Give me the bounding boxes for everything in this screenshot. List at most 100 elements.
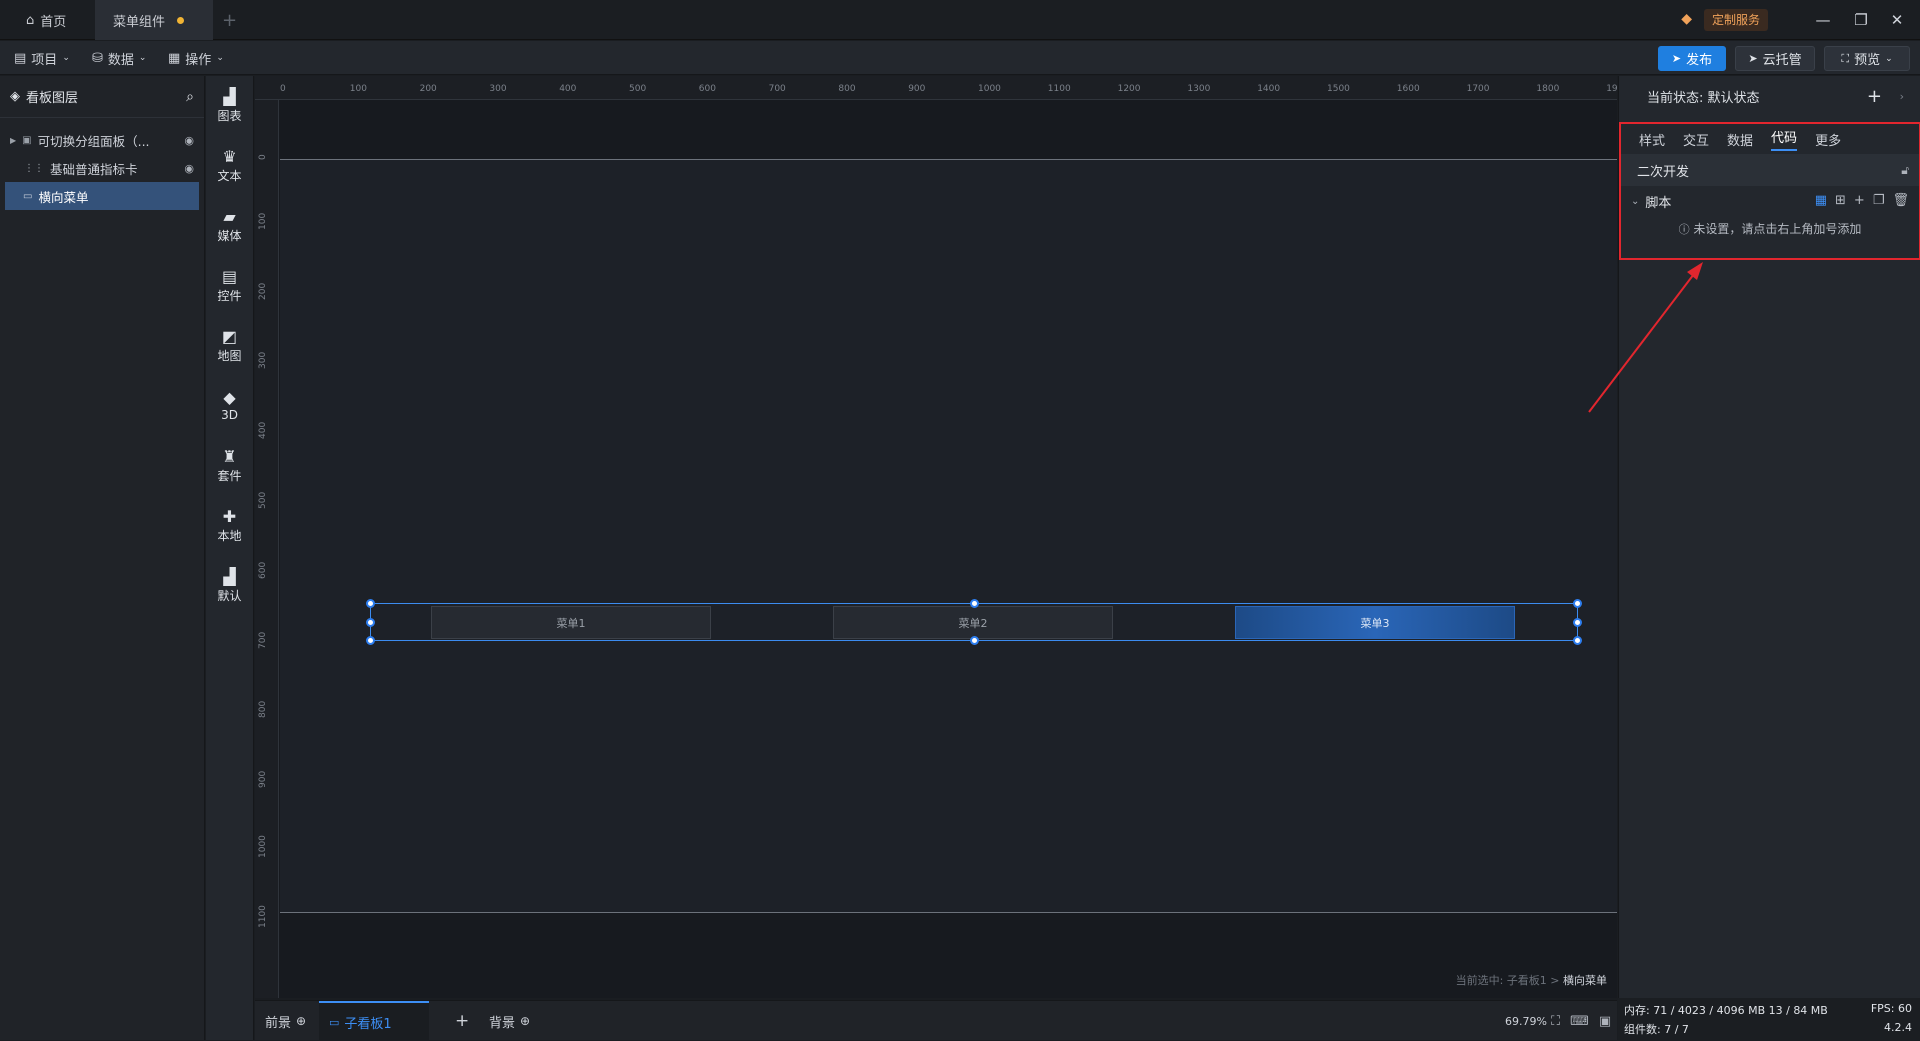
layer-item[interactable]: ⋮⋮ 基础普通指标卡 ◉ (0, 154, 204, 182)
script-row[interactable]: ⌄ 脚本 ▦ ⊞ + ❐ 🗑︎ (1621, 186, 1919, 216)
add-circle-icon[interactable]: ⊕ (520, 1014, 530, 1028)
resize-handle[interactable] (1573, 618, 1582, 627)
ruler-tick-label: 1500 (1327, 84, 1350, 94)
tab-home[interactable]: ⌂ 首页 (8, 0, 84, 40)
ruler-tick-label: 500 (629, 84, 647, 94)
publish-label: 发布 (1686, 53, 1713, 68)
data-menu[interactable]: ⛁ 数据 ⌄ (92, 47, 146, 69)
ruler-tick-label: 200 (419, 84, 437, 94)
component-count: 组件数: 7 / 7 (1624, 1023, 1689, 1036)
rail-label: 本地 (217, 528, 242, 543)
add-icon[interactable]: + (1854, 193, 1865, 208)
menu-item-active[interactable]: 菜单3 (1235, 606, 1515, 639)
rail-item-local[interactable]: ✚ 本地 (206, 496, 253, 556)
rail-item-default[interactable]: ▟ 默认 (206, 556, 253, 616)
horizontal-menu-component[interactable]: 菜单1 菜单2 菜单3 (366, 599, 1582, 645)
layer-item[interactable]: ▶ ▣ 可切换分组面板（... ◉ (0, 126, 204, 154)
properties-panel: 当前状态: 默认状态 + › 样式 交互 数据 代码 更多 二次开发 🔓︎ ⌄ … (1588, 76, 1920, 1040)
resize-handle[interactable] (366, 636, 375, 645)
version-label: 4.2.4 (1884, 1021, 1912, 1034)
rail-item-map[interactable]: ◩ 地图 (206, 316, 253, 376)
chevron-right-icon[interactable]: › (1900, 90, 1904, 103)
layers-header: ◈ 看板图层 ⌕ (0, 76, 204, 118)
ops-menu[interactable]: ▦ 操作 ⌄ (168, 47, 224, 69)
tab-menu-component[interactable]: 菜单组件 (95, 0, 213, 40)
annotation-arrow (1588, 262, 1703, 413)
tab-data[interactable]: 数据 (1727, 130, 1753, 149)
restore-icon[interactable]: ❐ (1846, 8, 1876, 32)
menu-item[interactable]: 菜单2 (833, 606, 1113, 639)
copy-icon[interactable]: ❐ (1873, 193, 1885, 208)
layout-icon[interactable]: ▦ (1815, 193, 1827, 208)
monitor-icon: ▭ (329, 1015, 340, 1029)
caret-right-icon[interactable]: ▶ (10, 136, 16, 145)
trash-icon[interactable]: 🗑︎ (1892, 193, 1909, 208)
tab-style[interactable]: 样式 (1639, 130, 1665, 149)
ruler-tick-label: 0 (280, 84, 286, 94)
add-state-icon[interactable]: + (1867, 86, 1882, 107)
minimize-icon[interactable]: — (1808, 8, 1838, 32)
background-tab[interactable]: 背景 ⊕ (489, 1001, 530, 1041)
chevron-down-icon[interactable]: ⌄ (1631, 196, 1639, 207)
current-state-label[interactable]: 当前状态: 默认状态 (1647, 87, 1760, 106)
terminal-icon[interactable]: ▣ (1599, 1014, 1611, 1029)
add-circle-icon[interactable]: ⊕ (296, 1014, 306, 1028)
tab-more[interactable]: 更多 (1815, 130, 1841, 149)
resize-handle[interactable] (970, 636, 979, 645)
resize-handle[interactable] (366, 618, 375, 627)
ruler-tick-label: 1100 (1047, 84, 1071, 94)
cloud-host-button[interactable]: ➤ 云托管 (1735, 46, 1815, 71)
indicator-card-icon: ⋮⋮ (24, 162, 44, 174)
default-chart-icon: ▟ (223, 566, 236, 586)
keyboard-icon[interactable]: ⌨ (1570, 1014, 1589, 1029)
resize-handle[interactable] (1573, 636, 1582, 645)
rail-item-control[interactable]: ▤ 控件 (206, 256, 253, 316)
layer-label: 可切换分组面板（... (37, 133, 150, 149)
rail-item-3d[interactable]: ◆ 3D (206, 376, 253, 436)
layers-icon: ◈ (10, 89, 20, 104)
new-tab-icon[interactable]: + (222, 10, 237, 31)
board-tab[interactable]: ▭ 子看板1 (319, 1001, 429, 1041)
foreground-label: 前景 (265, 1015, 292, 1031)
visibility-icon[interactable]: ◉ (184, 134, 194, 147)
resize-handle[interactable] (366, 599, 375, 608)
visibility-icon[interactable]: ◉ (184, 162, 194, 175)
layer-item-selected[interactable]: ▭ 横向菜单 (5, 182, 199, 210)
table-icon[interactable]: ⊞ (1835, 193, 1846, 208)
add-board-icon[interactable]: + (455, 1001, 469, 1041)
project-menu[interactable]: ▤ 项目 ⌄ (14, 47, 70, 69)
rail-item-media[interactable]: ▰ 媒体 (206, 196, 253, 256)
resize-handle[interactable] (1573, 599, 1582, 608)
chevron-down-icon: ⌄ (216, 53, 224, 63)
custom-service-button[interactable]: 定制服务 (1703, 9, 1768, 31)
tab-home-label: 首页 (40, 14, 67, 30)
cloud-host-label: 云托管 (1762, 53, 1802, 68)
secondary-dev-section: 二次开发 🔓︎ (1621, 154, 1919, 186)
zoom-level[interactable]: 69.79% (1505, 1001, 1547, 1041)
foreground-tab[interactable]: 前景 ⊕ (265, 1001, 306, 1041)
resize-handle[interactable] (970, 599, 979, 608)
tab-interaction[interactable]: 交互 (1683, 130, 1709, 149)
rail-item-chart[interactable]: ▟ 图表 (206, 76, 253, 136)
lock-icon[interactable]: 🔓︎ (1901, 163, 1909, 178)
rail-item-suite[interactable]: ♜ 套件 (206, 436, 253, 496)
rail-item-text[interactable]: ♛ 文本 (206, 136, 253, 196)
dashboard-board[interactable]: 菜单1 菜单2 菜单3 (280, 159, 1617, 913)
ruler-tick-label: 300 (489, 84, 507, 94)
ruler-tick-label: 1600 (1396, 84, 1420, 94)
close-icon[interactable]: ✕ (1882, 8, 1912, 32)
unsaved-dot (177, 16, 185, 24)
tab-code[interactable]: 代码 (1771, 127, 1798, 151)
media-icon: ▰ (223, 206, 236, 226)
preview-button[interactable]: ⛶ 预览 ⌄ (1824, 46, 1910, 71)
database-icon: ⛁ (92, 50, 103, 66)
ruler-tick-label: 100 (349, 84, 367, 94)
search-icon[interactable]: ⌕ (186, 89, 194, 105)
publish-button[interactable]: ➤ 发布 (1658, 46, 1726, 71)
canvas-area[interactable]: 0 100 200 300 400 500 600 700 800 900 1000 1100 1200… (255, 76, 1617, 998)
chevron-down-icon: ⌄ (138, 53, 147, 63)
ruler-tick-label: 600 (258, 561, 268, 579)
menu-item[interactable]: 菜单1 (431, 606, 711, 639)
fit-screen-icon[interactable]: ⛶ (1551, 1014, 1560, 1029)
ruler-top: 0 100 200 300 400 500 600 700 800 900 1000 1100 1200… (255, 76, 1617, 100)
